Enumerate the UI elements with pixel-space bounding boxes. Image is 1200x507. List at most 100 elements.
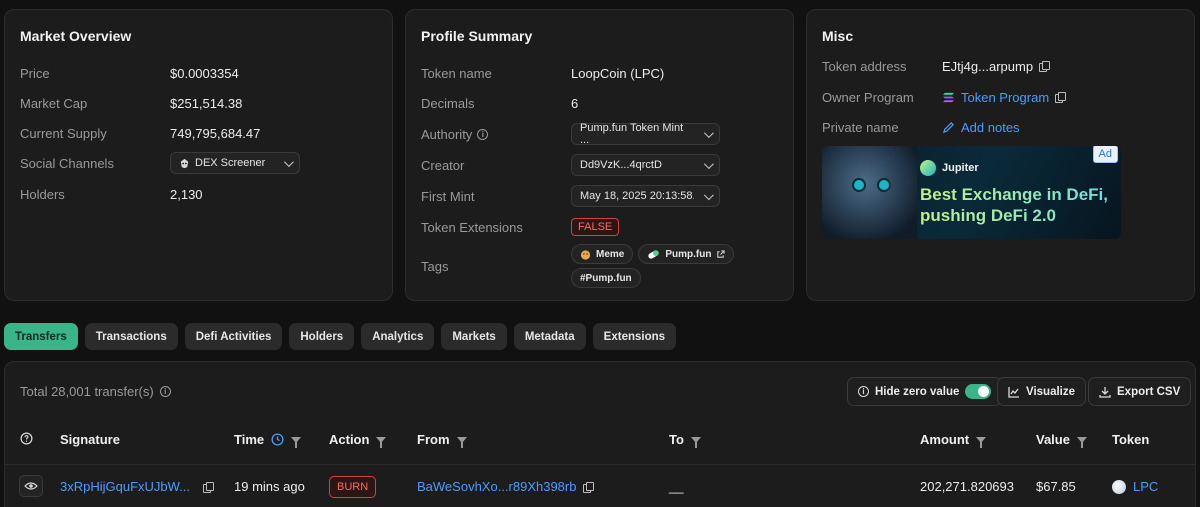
tag-pumpfun[interactable]: Pump.fun <box>638 244 735 264</box>
owner-program-label: Owner Program <box>822 89 914 105</box>
tag-hash-pumpfun[interactable]: #Pump.fun <box>571 268 641 288</box>
filter-icon[interactable] <box>376 436 387 448</box>
tag-meme-label: Meme <box>596 248 625 260</box>
clock-icon[interactable] <box>271 433 284 446</box>
tab-transfers[interactable]: Transfers <box>4 323 78 350</box>
filter-icon[interactable] <box>291 436 302 448</box>
help-circle-icon[interactable] <box>20 432 33 445</box>
export-csv-button[interactable]: Export CSV <box>1088 377 1192 406</box>
token-name-row: Token name LoopCoin (LPC) <box>421 61 778 85</box>
holders-value: 2,130 <box>170 186 203 202</box>
hide-zero-value-toggle[interactable]: i Hide zero value <box>847 377 1003 406</box>
token-name-value: LoopCoin (LPC) <box>571 65 665 81</box>
pill-icon <box>648 249 659 259</box>
ad-brand-name: Jupiter <box>942 162 979 174</box>
copy-icon[interactable] <box>583 481 595 493</box>
table-row-view <box>19 475 43 497</box>
jupiter-ad-banner[interactable]: Jupiter Best Exchange in DeFi, pushing D… <box>822 146 1121 239</box>
tab-defi-activities[interactable]: Defi Activities <box>184 323 283 350</box>
token-column-header: Token <box>1112 432 1149 447</box>
from-address-link[interactable]: BaWeSovhXo...r89Xh398rb <box>417 479 576 494</box>
tab-metadata[interactable]: Metadata <box>513 323 586 350</box>
tab-analytics[interactable]: Analytics <box>361 323 435 350</box>
action-header-label: Action <box>329 432 370 447</box>
value-header-label: Value <box>1036 432 1070 447</box>
token-address-value: EJtj4g...arpump <box>942 58 1034 74</box>
social-channels-dropdown[interactable]: DEX Screener <box>170 152 300 174</box>
creator-dropdown[interactable]: Dd9VzK...4qrctD <box>571 154 720 176</box>
tag-meme[interactable]: Meme <box>571 244 634 264</box>
transfers-panel: Total 28,001 transfer(s) i i Hide zero v… <box>4 361 1196 507</box>
profile-summary-title: Profile Summary <box>421 28 533 44</box>
authority-dropdown[interactable]: Pump.fun Token Mint ... <box>571 122 720 146</box>
pencil-icon <box>942 121 954 133</box>
burn-badge: BURN <box>329 476 377 498</box>
tags-label: Tags <box>421 258 449 274</box>
tab-markets[interactable]: Markets <box>441 323 507 350</box>
owner-program-link[interactable]: Token Program <box>961 90 1049 105</box>
row-to: __ <box>669 479 684 494</box>
token-extensions-badge: FALSE <box>571 218 620 236</box>
external-link-icon <box>717 249 726 258</box>
time-column-header: Time <box>234 432 302 448</box>
info-icon[interactable]: i <box>477 128 489 140</box>
filter-icon[interactable] <box>1076 436 1087 448</box>
filter-icon[interactable] <box>976 436 987 448</box>
copy-icon[interactable] <box>203 481 215 493</box>
authority-row: Authority i Pump.fun Token Mint ... <box>421 122 778 146</box>
price-label: Price <box>20 65 50 81</box>
add-notes-link[interactable]: Add notes <box>961 120 1020 135</box>
copy-icon[interactable] <box>1039 61 1051 72</box>
dex-screener-icon <box>180 158 189 168</box>
cat-eye-right <box>877 178 891 192</box>
visualize-button[interactable]: Visualize <box>997 377 1087 406</box>
market-overview-title: Market Overview <box>20 28 132 44</box>
total-transfers-text: Total 28,001 transfer(s) <box>20 384 154 399</box>
to-column-header: To <box>669 432 701 448</box>
authority-label: Authority <box>421 126 473 142</box>
astronaut-cat-illustration <box>822 146 917 239</box>
current-supply-row: Current Supply 749,795,684.47 <box>20 121 377 145</box>
signature-column-header: Signature <box>60 432 120 447</box>
eye-icon <box>24 482 38 490</box>
tab-holders[interactable]: Holders <box>289 323 355 350</box>
filter-icon[interactable] <box>456 436 467 448</box>
ad-badge: Ad <box>1092 146 1118 163</box>
tab-transactions[interactable]: Transactions <box>84 323 178 350</box>
from-column-header: From <box>417 432 467 448</box>
misc-card: Misc Token address EJtj4g...arpump Owner… <box>806 9 1195 301</box>
solana-icon <box>943 92 954 102</box>
holders-label: Holders <box>20 186 65 202</box>
authority-label-wrap: Authority i <box>421 127 571 142</box>
token-link[interactable]: LPC <box>1133 479 1158 494</box>
token-address-label: Token address <box>822 58 907 74</box>
info-icon[interactable]: i <box>159 386 171 397</box>
time-header-label: Time <box>234 432 265 447</box>
toggle-switch[interactable] <box>965 384 992 399</box>
first-mint-dropdown[interactable]: May 18, 2025 20:13:58... <box>571 185 720 207</box>
action-column-header: Action <box>329 432 387 448</box>
token-logo-icon <box>1112 479 1126 494</box>
tag-hash-pumpfun-label: #Pump.fun <box>580 272 632 284</box>
ad-line-1: Best Exchange in DeFi, <box>920 185 1108 204</box>
token-extensions-label: Token Extensions <box>421 219 523 235</box>
authority-value: Pump.fun Token Mint ... <box>580 122 684 146</box>
current-supply-value: 749,795,684.47 <box>170 125 261 141</box>
add-notes-wrap[interactable]: Add notes <box>942 120 1020 135</box>
cat-eye-left <box>852 178 866 192</box>
tag-pumpfun-label: Pump.fun <box>665 248 712 260</box>
view-details-button[interactable] <box>19 475 43 497</box>
private-name-row: Private name Add notes <box>822 115 1179 139</box>
signature-link[interactable]: 3xRpHijGquFxUJbW... <box>60 479 190 494</box>
token-extensions-row: Token Extensions FALSE <box>421 215 778 239</box>
filter-icon[interactable] <box>690 436 701 448</box>
token-header-label: Token <box>1112 432 1150 447</box>
from-header-label: From <box>417 432 450 447</box>
first-mint-value: May 18, 2025 20:13:58... <box>580 190 695 202</box>
tab-extensions[interactable]: Extensions <box>592 323 677 350</box>
market-overview-card: Market Overview Price $0.0003354 Market … <box>4 9 393 301</box>
signature-header-label: Signature <box>60 432 120 447</box>
copy-icon[interactable] <box>1055 92 1067 103</box>
first-mint-row: First Mint May 18, 2025 20:13:58... <box>421 184 778 208</box>
token-address-wrap: EJtj4g...arpump <box>942 58 1051 74</box>
